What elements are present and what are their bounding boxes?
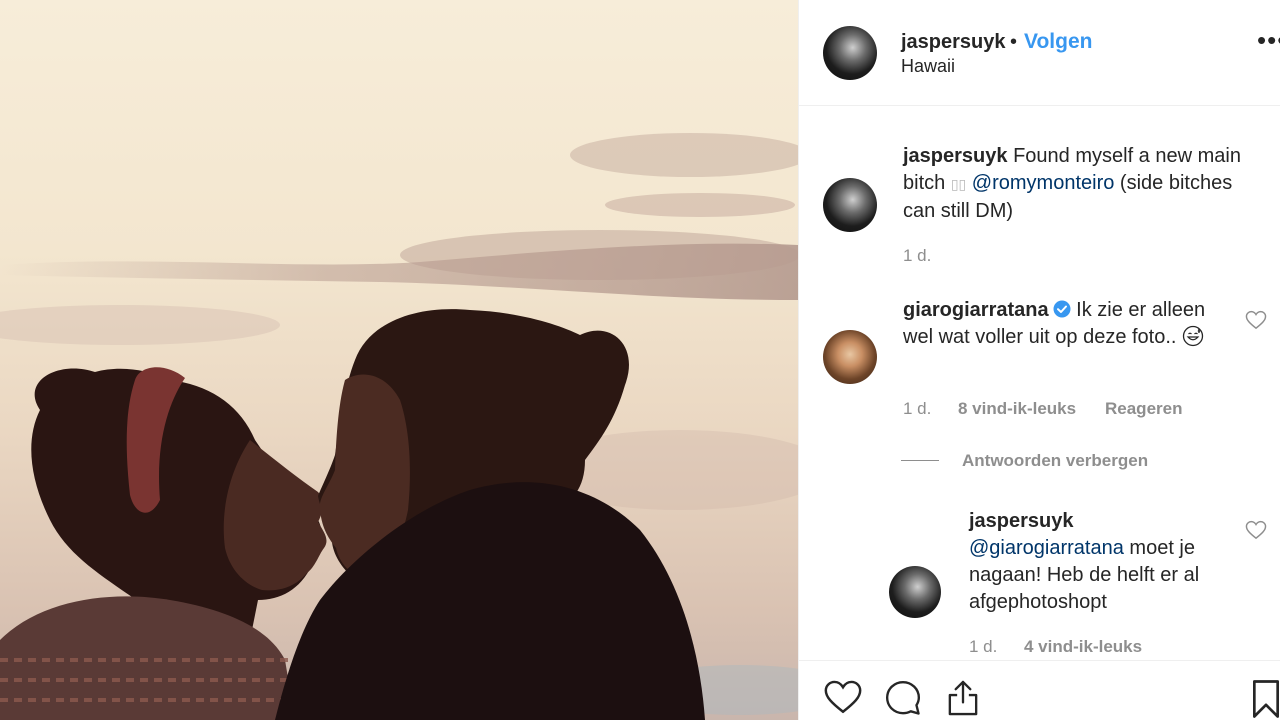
comment: giarogiarratana Ik zie er alleen wel wat… (903, 297, 1233, 351)
reply-comment: jaspersuyk @giarogiarratana moet je naga… (969, 508, 1239, 616)
caption-emoji-placeholder: ▯▯ (950, 176, 967, 192)
like-reply-heart-icon[interactable] (1245, 520, 1267, 540)
grinning-sweat-face-icon (1182, 325, 1204, 347)
share-icon[interactable] (945, 679, 981, 717)
action-bar (799, 660, 1280, 720)
reply-likes[interactable]: 4 vind-ik-leuks (1024, 637, 1142, 657)
post-photo[interactable] (0, 0, 798, 720)
avatar[interactable] (823, 178, 877, 232)
post-location[interactable]: Hawaii (901, 56, 955, 77)
avatar[interactable] (823, 330, 877, 384)
couple-silhouette-image (0, 133, 798, 720)
verified-icon (1053, 300, 1071, 318)
caption-mention[interactable]: @romymonteiro (972, 172, 1115, 194)
post-username[interactable]: jaspersuyk (901, 31, 1006, 54)
reply-username[interactable]: jaspersuyk (969, 510, 1074, 532)
caption-username[interactable]: jaspersuyk (903, 145, 1008, 167)
caption-time[interactable]: 1 d. (903, 246, 931, 266)
comment-username[interactable]: giarogiarratana (903, 299, 1049, 321)
more-icon[interactable]: ••• (1257, 27, 1280, 53)
separator-dot: • (1010, 31, 1018, 53)
reply-time[interactable]: 1 d. (969, 637, 997, 657)
post-side-panel: jaspersuyk • Volgen Hawaii ••• jaspersuy… (798, 0, 1280, 720)
follow-button[interactable]: Volgen (1024, 30, 1092, 54)
comment-time[interactable]: 1 d. (903, 399, 931, 419)
like-comment-heart-icon[interactable] (1245, 310, 1267, 330)
avatar[interactable] (889, 566, 941, 618)
hide-replies-button[interactable]: Antwoorden verbergen (962, 451, 1148, 471)
heart-icon[interactable] (823, 679, 863, 715)
reply-mention[interactable]: @giarogiarratana (969, 537, 1124, 559)
caption: jaspersuyk Found myself a new main bitch… (903, 143, 1267, 225)
avatar[interactable] (823, 26, 877, 80)
reply-button[interactable]: Reageren (1105, 399, 1182, 419)
comment-likes[interactable]: 8 vind-ik-leuks (958, 399, 1076, 419)
post-header: jaspersuyk • Volgen Hawaii ••• (799, 0, 1280, 106)
comment-icon[interactable] (883, 679, 923, 717)
replies-divider (901, 460, 939, 461)
bookmark-icon[interactable] (1251, 679, 1280, 719)
